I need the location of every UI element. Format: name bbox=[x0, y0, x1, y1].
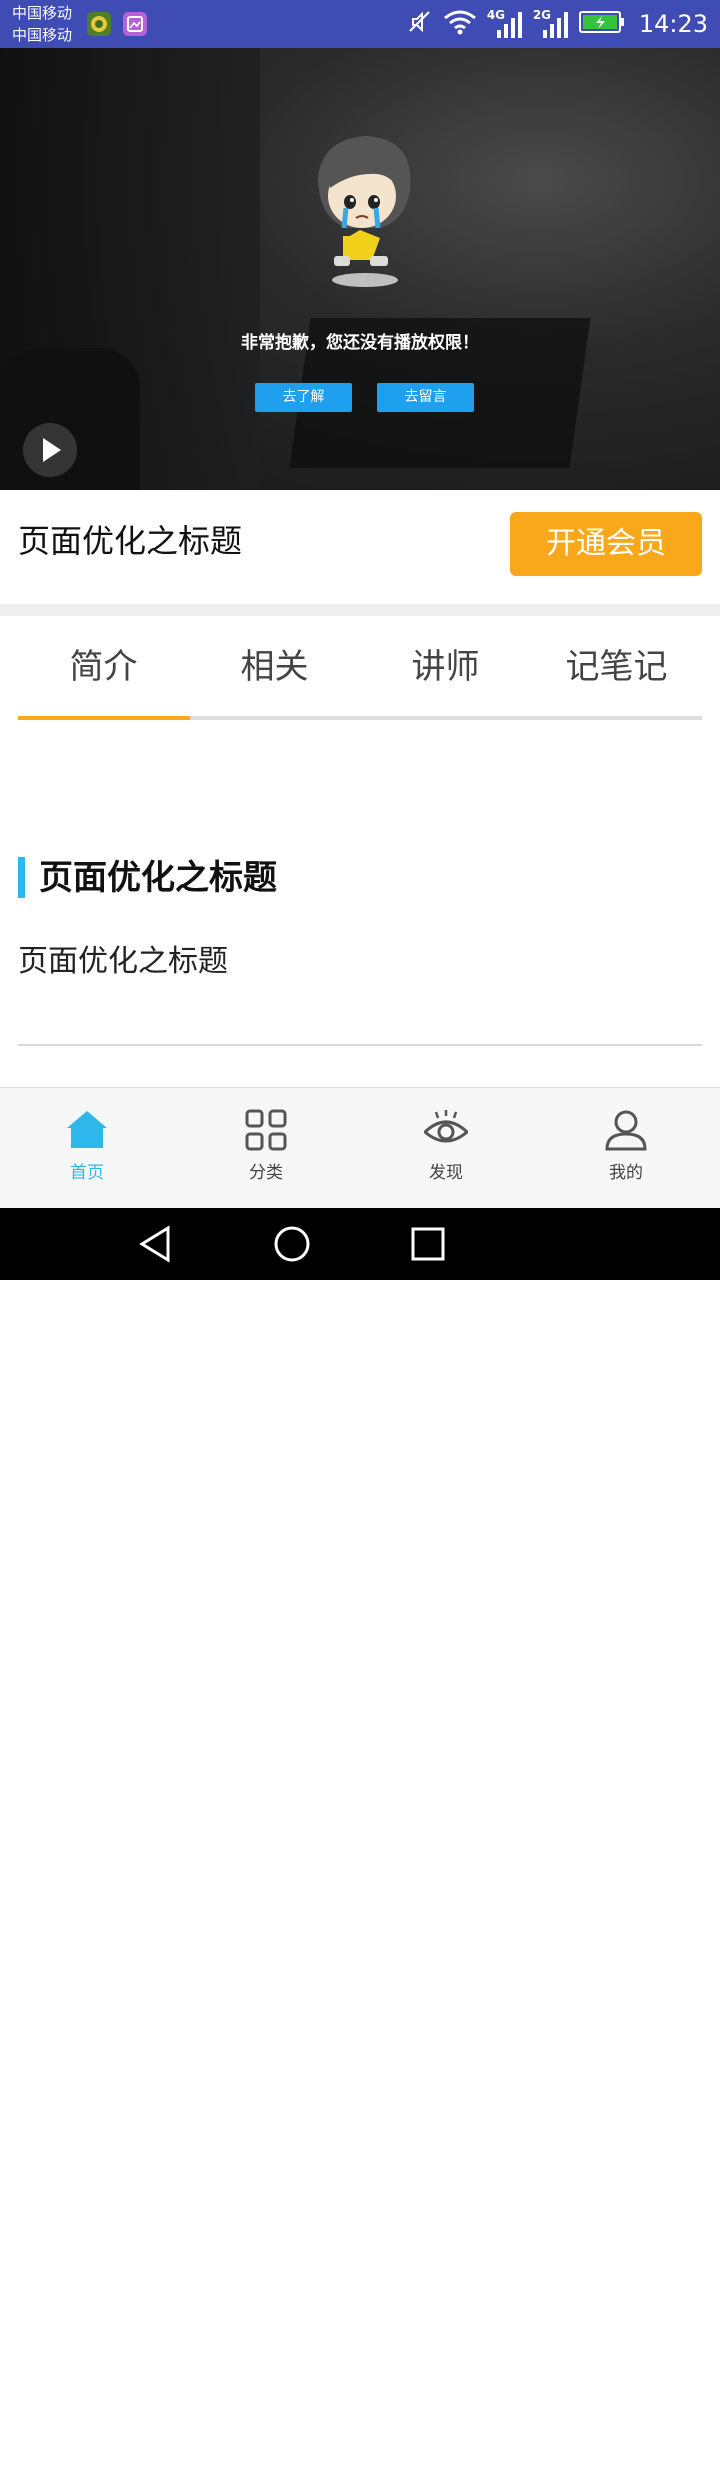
nav-item-home[interactable]: 首页 bbox=[27, 1088, 147, 1209]
play-button[interactable] bbox=[23, 423, 77, 477]
tab-lecturer[interactable]: 讲师 bbox=[360, 616, 531, 716]
carrier-label-2: 中国移动 bbox=[12, 26, 73, 44]
carrier-label-1: 中国移动 bbox=[12, 4, 73, 22]
play-icon bbox=[43, 438, 61, 462]
signal-2g-icon: 2G bbox=[533, 8, 569, 40]
tab-active-indicator bbox=[18, 716, 190, 720]
nav-label-mine: 我的 bbox=[609, 1163, 643, 1183]
open-membership-button[interactable]: 开通会员 bbox=[510, 512, 702, 576]
grid-icon bbox=[245, 1109, 287, 1151]
tab-intro[interactable]: 简介 bbox=[18, 616, 189, 716]
signal-4g-icon: 4G bbox=[487, 8, 523, 40]
section-body: 页面优化之标题 bbox=[18, 944, 228, 979]
no-permission-message: 非常抱歉，您还没有播放权限！ bbox=[241, 333, 479, 353]
tab-related[interactable]: 相关 bbox=[189, 616, 360, 716]
baidu-jingyan-watermark: Bai经验 jingyan.baidu.com bbox=[548, 2424, 718, 2476]
app-notification-icon bbox=[87, 12, 111, 36]
content-divider bbox=[18, 1044, 702, 1046]
status-bar: 中国移动 中国移动 4G 2G 14:23 bbox=[0, 0, 720, 48]
section-title: 页面优化之标题 bbox=[39, 858, 277, 898]
tab-bar: 简介 相关 讲师 记笔记 bbox=[18, 616, 702, 720]
home-circle-icon[interactable] bbox=[268, 1220, 316, 1268]
nav-item-mine[interactable]: 我的 bbox=[566, 1088, 686, 1209]
video-player[interactable]: 非常抱歉，您还没有播放权限！ 去了解 去留言 bbox=[0, 48, 720, 490]
clock: 14:23 bbox=[638, 10, 708, 38]
section-separator bbox=[0, 604, 720, 616]
tab-notes[interactable]: 记笔记 bbox=[531, 616, 702, 716]
recents-icon[interactable] bbox=[404, 1220, 452, 1268]
system-navigation-bar: Bai经验 jingyan.baidu.com bbox=[0, 1208, 720, 2472]
watermark-url: jingyan.baidu.com bbox=[554, 2456, 684, 2472]
learn-more-button[interactable]: 去了解 bbox=[255, 383, 352, 412]
crying-mascot-icon bbox=[318, 136, 411, 287]
mute-icon bbox=[407, 9, 433, 39]
section-accent-bar bbox=[18, 857, 25, 898]
nav-label-discover: 发现 bbox=[429, 1163, 463, 1183]
battery-charging-icon bbox=[578, 9, 625, 39]
home-icon bbox=[67, 1111, 107, 1148]
back-icon[interactable] bbox=[132, 1220, 180, 1268]
nav-item-category[interactable]: 分类 bbox=[206, 1088, 326, 1209]
nav-item-discover[interactable]: 发现 bbox=[386, 1088, 506, 1209]
gallery-notification-icon bbox=[123, 12, 147, 36]
page-title: 页面优化之标题 bbox=[18, 522, 243, 560]
eye-icon bbox=[424, 1110, 468, 1143]
wifi-icon bbox=[443, 9, 477, 39]
bottom-navigation: 首页 分类 发现 我的 bbox=[0, 1087, 720, 1209]
user-icon bbox=[605, 1110, 647, 1151]
nav-label-category: 分类 bbox=[249, 1163, 283, 1183]
leave-message-button[interactable]: 去留言 bbox=[377, 383, 474, 412]
course-header: 页面优化之标题 开通会员 bbox=[0, 490, 720, 604]
nav-label-home: 首页 bbox=[70, 1163, 104, 1183]
